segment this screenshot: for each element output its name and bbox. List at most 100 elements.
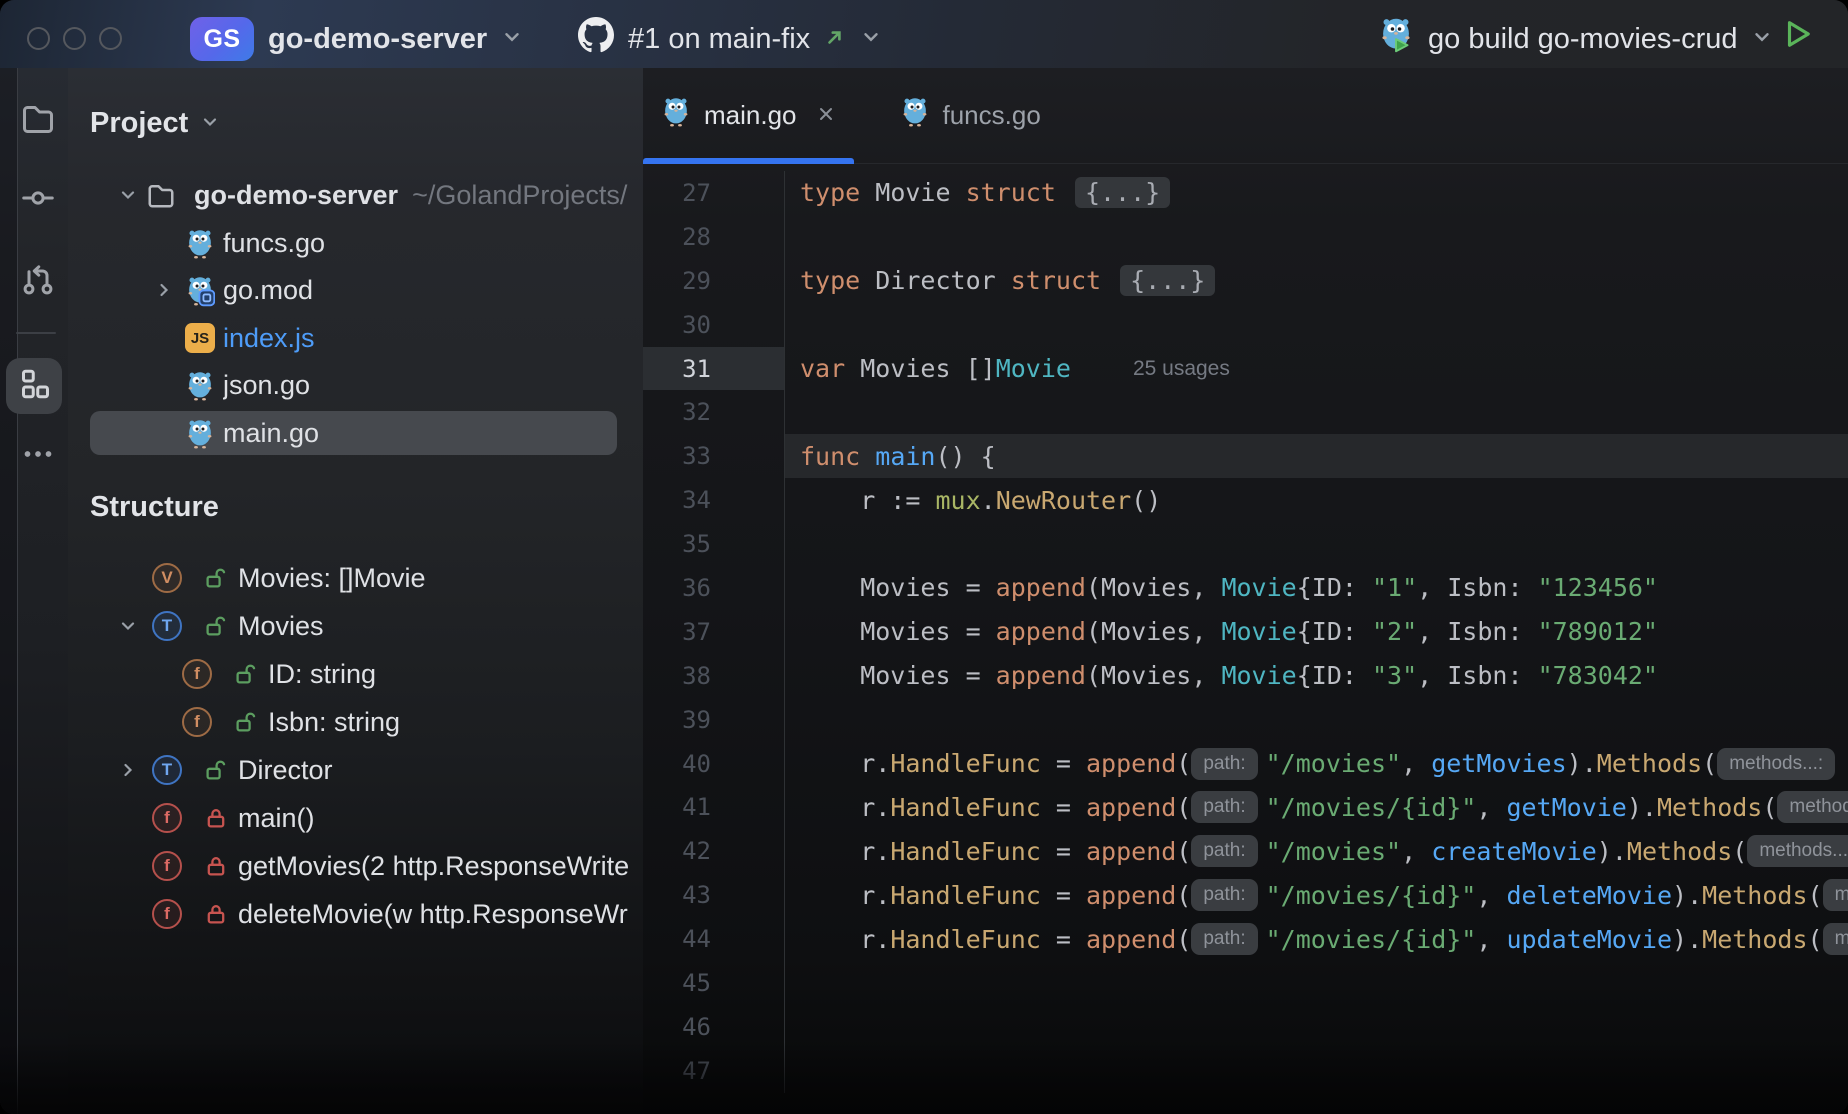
structure-item-Movies-Movie[interactable]: VMovies: []Movie: [68, 556, 643, 600]
tree-item-json.go[interactable]: json.go: [68, 363, 643, 407]
line-number[interactable]: 42: [643, 829, 785, 873]
editor-tab-main.go[interactable]: main.go: [643, 68, 854, 163]
project-panel-header[interactable]: Project: [90, 101, 220, 145]
project-tool-button[interactable]: [10, 98, 66, 142]
line-number[interactable]: 31: [643, 347, 785, 391]
line-number[interactable]: 44: [643, 917, 785, 961]
line-number[interactable]: 30: [643, 303, 785, 347]
structure-item-main-[interactable]: fmain(): [68, 796, 643, 840]
line-number[interactable]: 45: [643, 961, 785, 1005]
chevron-down-icon: [200, 107, 220, 140]
code-token: r.: [800, 793, 890, 822]
code-line-40: 40 r.HandleFunc = append(path:"/movies",…: [643, 742, 1848, 786]
code-token: getMovies: [1431, 749, 1566, 778]
chevron-right-icon[interactable]: [118, 760, 138, 785]
chevron-down-icon: [1751, 23, 1773, 56]
structure-item-label: ID: string: [268, 659, 376, 690]
folded-region[interactable]: {...}: [1120, 265, 1215, 296]
code-token: Movie: [875, 178, 965, 207]
run-button[interactable]: [1775, 15, 1819, 55]
tree-item-funcs.go[interactable]: funcs.go: [68, 221, 643, 265]
structure-tool-button[interactable]: [6, 358, 62, 414]
project-widget[interactable]: GS go-demo-server: [190, 0, 523, 68]
code-token: deleteMovie: [1506, 881, 1672, 910]
chevron-down-icon[interactable]: [118, 616, 138, 641]
structure-panel-header[interactable]: Structure: [90, 485, 219, 529]
lock-open-icon: [234, 710, 258, 739]
line-number[interactable]: 33: [643, 434, 785, 478]
usages-hint[interactable]: 25 usages: [1133, 357, 1230, 381]
editor: main.gofuncs.go 27type Movie struct {...…: [643, 68, 1848, 1114]
symbol-kind-badge: f: [152, 803, 182, 833]
line-number[interactable]: 34: [643, 478, 785, 522]
chevron-down-icon[interactable]: [118, 185, 138, 210]
window-minimize-button[interactable]: [63, 27, 86, 50]
code-line-29: 29type Director struct {...}: [643, 259, 1848, 303]
commit-tool-button[interactable]: [10, 178, 66, 222]
line-number[interactable]: 41: [643, 785, 785, 829]
code-token: append: [996, 617, 1086, 646]
tree-item-go.mod[interactable]: go.mod: [68, 268, 643, 312]
github-icon: [578, 17, 614, 61]
line-number[interactable]: 39: [643, 698, 785, 742]
code-token: Movies =: [800, 573, 996, 602]
code-token: (Movies,: [1086, 617, 1221, 646]
structure-item-Isbn-string[interactable]: fIsbn: string: [68, 700, 643, 744]
symbol-kind-badge: f: [152, 899, 182, 929]
code-token: (: [1702, 749, 1717, 778]
code-token: Movie: [1221, 573, 1296, 602]
structure-item-ID-string[interactable]: fID: string: [68, 652, 643, 696]
js-file-icon: JS: [185, 323, 215, 353]
line-number[interactable]: 46: [643, 1005, 785, 1049]
line-number[interactable]: 32: [643, 390, 785, 434]
tree-item-go-demo-server[interactable]: go-demo-server~/GolandProjects/: [68, 173, 643, 217]
chevron-down-icon: [860, 23, 882, 56]
code-token: Director: [875, 266, 1010, 295]
window-zoom-button[interactable]: [99, 27, 122, 50]
lock-closed-icon: [204, 806, 228, 835]
structure-item-deleteMovie-w-http-ResponseWr[interactable]: fdeleteMovie(w http.ResponseWr: [68, 892, 643, 936]
code-token: append: [1086, 793, 1176, 822]
window-close-button[interactable]: [27, 27, 50, 50]
code-token: (: [1176, 925, 1191, 954]
code-token: NewRouter: [996, 486, 1131, 515]
editor-tab-funcs.go[interactable]: funcs.go: [882, 68, 1059, 163]
run-configuration-widget[interactable]: go build go-movies-crud: [1378, 0, 1773, 68]
more-tools-button[interactable]: [10, 434, 66, 478]
code-token: ).: [1597, 837, 1627, 866]
structure-item-getMovies-2-http-ResponseWrite[interactable]: fgetMovies(2 http.ResponseWrite: [68, 844, 643, 888]
code-token: append: [996, 573, 1086, 602]
tree-item-index.js[interactable]: JSindex.js: [68, 316, 643, 360]
code-token: struct: [1011, 266, 1116, 295]
line-number[interactable]: 36: [643, 566, 785, 610]
code-token: (): [1131, 486, 1161, 515]
code-token: append: [996, 661, 1086, 690]
structure-item-Director[interactable]: TDirector: [68, 748, 643, 792]
line-number[interactable]: 40: [643, 742, 785, 786]
code-token: () {: [935, 442, 995, 471]
lock-closed-icon: [204, 902, 228, 931]
line-number[interactable]: 27: [643, 171, 785, 215]
line-number[interactable]: 47: [643, 1049, 785, 1093]
code-token: "/movies/{id}": [1266, 925, 1477, 954]
line-number[interactable]: 37: [643, 610, 785, 654]
code-token: Methods: [1627, 837, 1732, 866]
structure-item-Movies[interactable]: TMovies: [68, 604, 643, 648]
vcs-widget[interactable]: #1 on main-fix: [578, 0, 882, 68]
folded-region[interactable]: {...}: [1075, 177, 1170, 208]
close-icon[interactable]: [816, 100, 836, 131]
structure-icon: [16, 366, 52, 407]
line-number[interactable]: 35: [643, 522, 785, 566]
go-run-config-icon: [1378, 16, 1414, 62]
pull-requests-tool-button[interactable]: [10, 260, 66, 304]
code-token: ).: [1672, 925, 1702, 954]
line-number[interactable]: 28: [643, 215, 785, 259]
line-number[interactable]: 43: [643, 873, 785, 917]
code-token: HandleFunc: [890, 793, 1041, 822]
code-line-39: 39: [643, 698, 1848, 742]
line-number[interactable]: 29: [643, 259, 785, 303]
line-number[interactable]: 38: [643, 654, 785, 698]
tree-item-main.go[interactable]: main.go: [68, 411, 643, 455]
chevron-right-icon[interactable]: [154, 280, 174, 305]
code-token: ).: [1672, 881, 1702, 910]
